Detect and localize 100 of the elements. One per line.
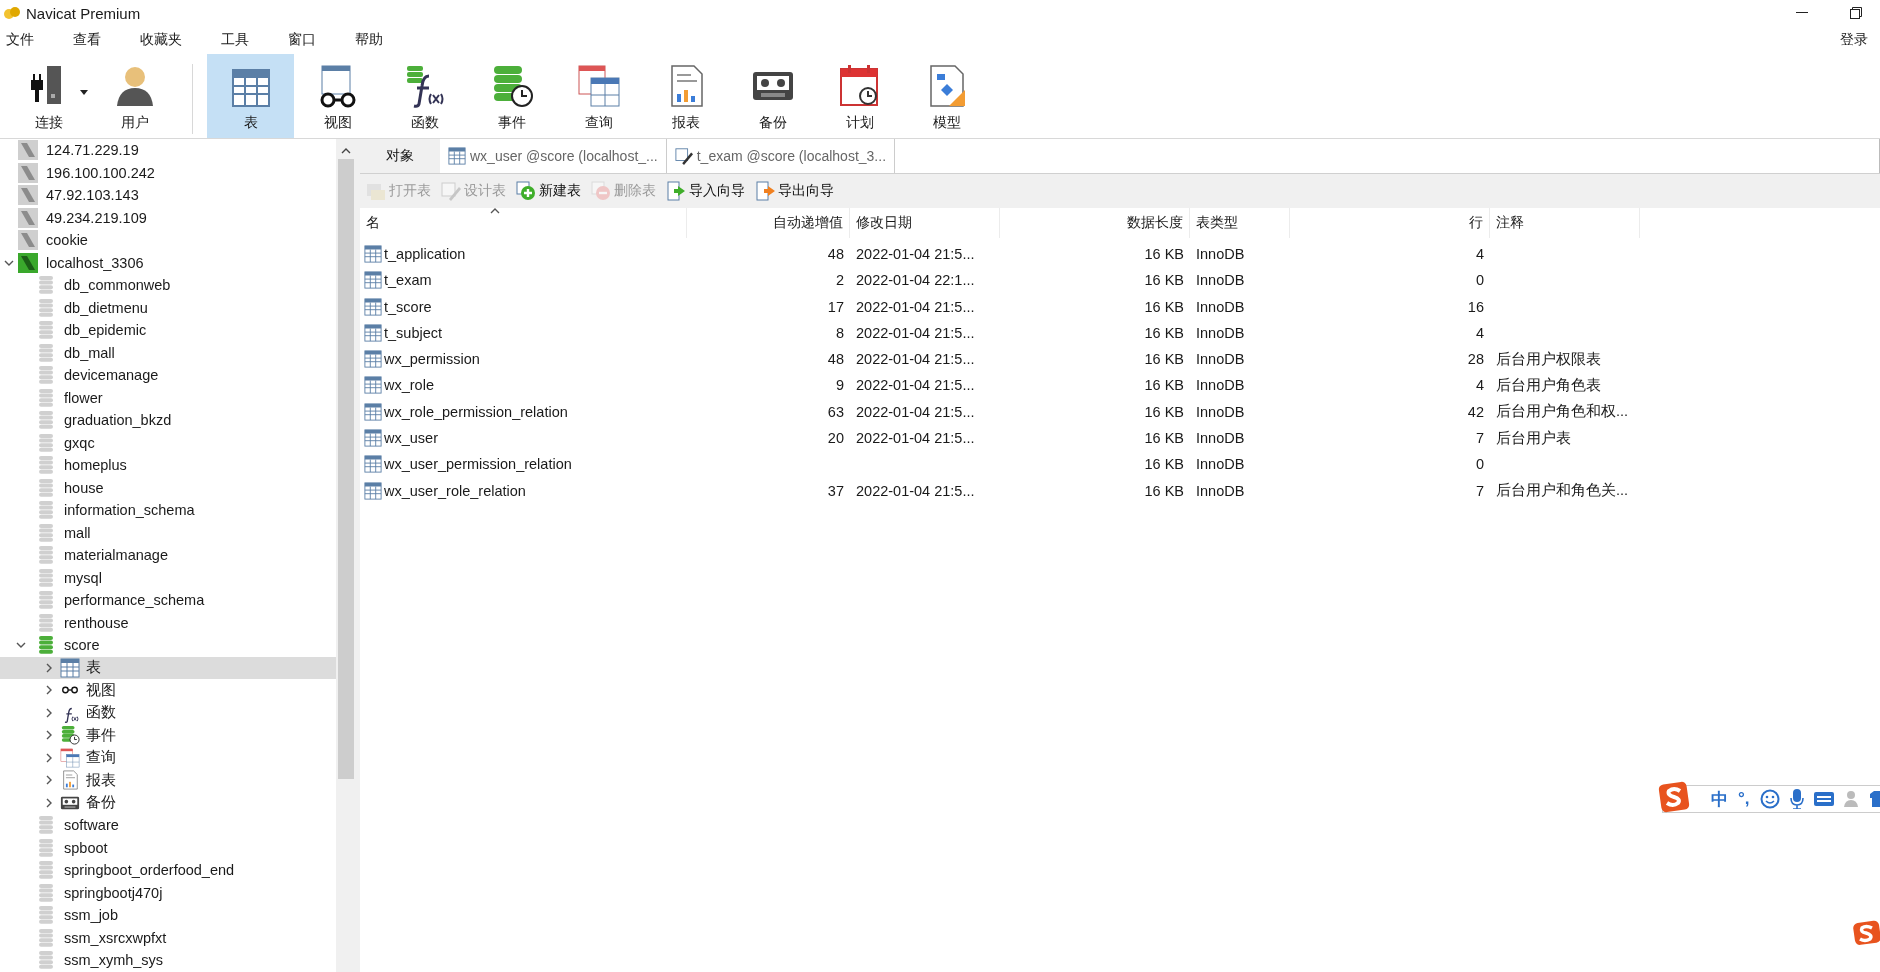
- minimize-icon[interactable]: [1796, 12, 1808, 14]
- database-name[interactable]: ssm_job: [64, 907, 118, 924]
- chevron-right-icon[interactable]: [44, 775, 54, 786]
- database-name[interactable]: ssm_xsrcxwpfxt: [64, 929, 167, 946]
- smiley-icon[interactable]: [1759, 789, 1780, 809]
- object-type-label[interactable]: 表: [86, 658, 101, 678]
- database-name[interactable]: db_epidemic: [64, 322, 147, 339]
- database-name[interactable]: spboot: [64, 839, 108, 856]
- dropdown-caret-icon[interactable]: [80, 90, 88, 95]
- toolbar-button[interactable]: 导入向导: [664, 179, 747, 203]
- punctuation-toggle[interactable]: °,: [1738, 789, 1750, 809]
- chevron-right-icon[interactable]: [44, 662, 54, 673]
- table-name[interactable]: t_application: [384, 246, 466, 262]
- database-name[interactable]: db_mall: [64, 344, 115, 361]
- database-name[interactable]: renthouse: [64, 614, 129, 631]
- connection-name[interactable]: cookie: [46, 232, 88, 249]
- object-type-label[interactable]: 事件: [86, 725, 116, 745]
- table-name[interactable]: wx_role_permission_relation: [384, 403, 568, 420]
- table-name[interactable]: wx_permission: [384, 351, 480, 368]
- shirt-icon[interactable]: [1869, 791, 1880, 807]
- database-name[interactable]: score: [64, 637, 100, 654]
- table-name[interactable]: t_subject: [384, 324, 443, 341]
- toolbar-button[interactable]: 查询: [555, 54, 642, 138]
- column-header[interactable]: 名: [360, 208, 687, 238]
- connection-name[interactable]: 49.234.219.109: [46, 209, 147, 226]
- ime-logo-icon[interactable]: [1852, 920, 1880, 946]
- toolbar-button[interactable]: 计划: [816, 54, 903, 138]
- microphone-icon[interactable]: [1789, 789, 1804, 809]
- toolbar-button[interactable]: 用户: [92, 54, 178, 138]
- column-header[interactable]: 表类型: [1190, 208, 1290, 238]
- scrollbar-thumb[interactable]: [338, 159, 354, 779]
- connection-name[interactable]: 47.92.103.143: [46, 187, 139, 204]
- database-name[interactable]: flower: [64, 389, 103, 406]
- database-name[interactable]: gxqc: [64, 434, 95, 451]
- chevron-right-icon[interactable]: [44, 707, 54, 718]
- object-type-label[interactable]: 备份: [86, 793, 116, 813]
- database-name[interactable]: graduation_bkzd: [64, 412, 172, 429]
- database-name[interactable]: mall: [64, 524, 91, 541]
- database-name[interactable]: materialmanage: [64, 547, 168, 564]
- menu-item[interactable]: 文件: [6, 31, 34, 49]
- table-name[interactable]: wx_role: [384, 377, 434, 394]
- menu-item[interactable]: 收藏夹: [140, 31, 182, 49]
- connection-name[interactable]: 196.100.100.242: [46, 164, 155, 181]
- menu-item[interactable]: 窗口: [288, 31, 316, 49]
- chevron-right-icon[interactable]: [44, 685, 54, 696]
- menu-item[interactable]: 查看: [73, 31, 101, 49]
- database-name[interactable]: mysql: [64, 569, 102, 586]
- database-name[interactable]: information_schema: [64, 502, 195, 519]
- database-name[interactable]: springboot_orderfood_end: [64, 862, 235, 879]
- table-name[interactable]: wx_user_role_relation: [384, 482, 526, 499]
- tab[interactable]: wx_user @score (localhost_...: [440, 139, 667, 173]
- menu-item[interactable]: 帮助: [355, 31, 383, 49]
- menu-item[interactable]: 工具: [221, 31, 249, 49]
- object-type-label[interactable]: 报表: [86, 770, 116, 790]
- toolbar-button[interactable]: 导出向导: [753, 179, 836, 203]
- restore-icon[interactable]: [1850, 7, 1862, 19]
- column-header[interactable]: 自动递增值: [687, 208, 850, 238]
- tab[interactable]: t_exam @score (localhost_3...: [666, 139, 896, 173]
- table-name[interactable]: wx_user: [384, 430, 438, 447]
- object-type-label[interactable]: 函数: [86, 703, 116, 723]
- table-cell: 16: [1467, 298, 1484, 315]
- chevron-right-icon[interactable]: [44, 797, 54, 808]
- toolbar-button[interactable]: 模型: [903, 54, 990, 138]
- scroll-up-icon[interactable]: [341, 147, 351, 155]
- database-name[interactable]: devicemanage: [64, 367, 159, 384]
- connection-name[interactable]: localhost_3306: [46, 254, 144, 271]
- column-header[interactable]: 数据长度: [1000, 208, 1190, 238]
- toolbar-button[interactable]: 新建表: [514, 179, 583, 203]
- database-name[interactable]: db_dietmenu: [64, 299, 148, 316]
- table-name[interactable]: t_score: [384, 298, 432, 315]
- column-header[interactable]: 行: [1290, 208, 1490, 238]
- keyboard-icon[interactable]: [1813, 792, 1834, 806]
- table-name[interactable]: wx_user_permission_relation: [384, 456, 572, 473]
- database-name[interactable]: springbootj470j: [64, 884, 163, 901]
- toolbar-button[interactable]: 视图: [294, 54, 381, 138]
- table-name[interactable]: t_exam: [384, 272, 432, 289]
- object-type-label[interactable]: 视图: [86, 680, 116, 700]
- database-name[interactable]: house: [64, 479, 104, 496]
- chevron-right-icon[interactable]: [44, 730, 54, 741]
- database-icon: [38, 522, 54, 543]
- database-name[interactable]: software: [64, 817, 119, 834]
- column-header[interactable]: 注释: [1490, 208, 1640, 238]
- toolbar-button[interactable]: 连接: [6, 54, 92, 138]
- database-name[interactable]: performance_schema: [64, 592, 205, 609]
- column-header[interactable]: 修改日期: [850, 208, 1000, 238]
- connection-name[interactable]: 124.71.229.19: [46, 142, 139, 159]
- database-name[interactable]: db_commonweb: [64, 277, 171, 294]
- toolbar-button[interactable]: 事件: [468, 54, 555, 138]
- chevron-right-icon[interactable]: [44, 752, 54, 763]
- object-type-label[interactable]: 查询: [86, 748, 116, 768]
- database-name[interactable]: homeplus: [64, 457, 127, 474]
- ime-logo-icon[interactable]: [1657, 780, 1691, 814]
- login-link[interactable]: 登录: [1840, 31, 1868, 49]
- toolbar-button[interactable]: 备份: [729, 54, 816, 138]
- table-cell: InnoDB: [1196, 482, 1245, 499]
- input-mode-toggle[interactable]: 中: [1711, 787, 1728, 811]
- database-name[interactable]: ssm_xymh_sys: [64, 952, 164, 969]
- toolbar-button[interactable]: 报表: [642, 54, 729, 138]
- toolbar-button[interactable]: 函数: [381, 54, 468, 138]
- toolbar-button[interactable]: 表: [207, 54, 294, 138]
